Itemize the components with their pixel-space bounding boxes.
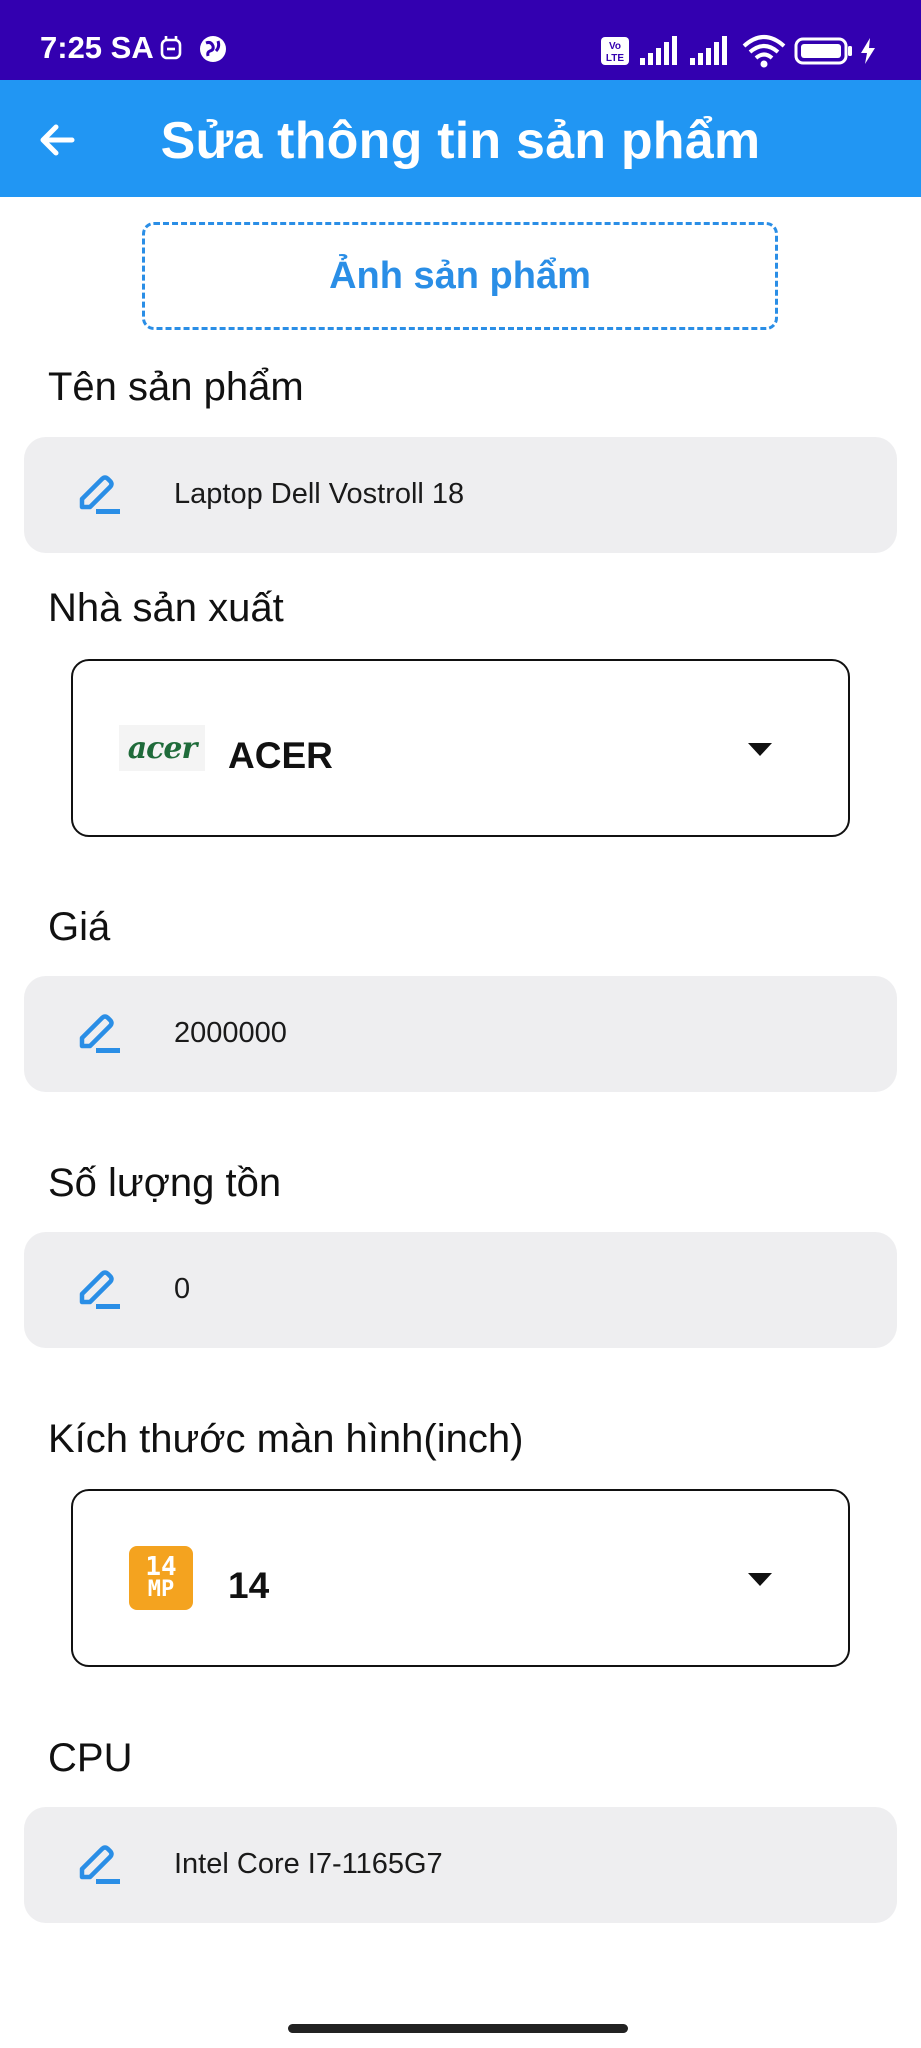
manufacturer-selected: ACER xyxy=(228,735,333,776)
svg-text:LTE: LTE xyxy=(606,53,624,64)
signal-icon xyxy=(640,36,677,65)
price-value: 2000000 xyxy=(174,1017,287,1049)
screen-size-icon-bottom: MP xyxy=(147,1576,175,1602)
stock-field[interactable]: 0 xyxy=(24,1232,897,1348)
battery-icon xyxy=(794,37,852,65)
signal-icon xyxy=(690,36,727,65)
product-name-field[interactable]: Laptop Dell Vostroll 18 xyxy=(24,437,897,553)
screen-size-label: Kích thước màn hình(inch) xyxy=(48,1417,524,1461)
charging-icon xyxy=(861,38,875,64)
notification-icon xyxy=(160,36,182,60)
product-name-value: Laptop Dell Vostroll 18 xyxy=(174,478,465,510)
wifi-icon xyxy=(742,35,786,68)
product-image-picker[interactable]: Ảnh sản phẩm xyxy=(142,222,778,330)
cpu-value: Intel Core I7-1165G7 xyxy=(174,1848,443,1880)
product-name-label: Tên sản phẩm xyxy=(48,365,304,409)
svg-text:Vo: Vo xyxy=(609,41,621,52)
status-time: 7:25 SA xyxy=(40,30,154,65)
vpn-globe-icon xyxy=(200,36,226,62)
status-bar: 7:25 SA Vo LTE xyxy=(0,0,921,80)
price-label: Giá xyxy=(48,905,111,949)
manufacturer-dropdown[interactable]: acer ACER xyxy=(71,659,850,837)
screen-size-dropdown[interactable]: 14 MP 14 xyxy=(71,1489,850,1667)
chevron-down-icon xyxy=(748,743,772,756)
edit-icon xyxy=(79,1014,120,1053)
edit-icon xyxy=(79,475,120,514)
product-image-label: Ảnh sản phẩm xyxy=(329,254,591,297)
cpu-label: CPU xyxy=(48,1736,133,1780)
volte-icon: Vo LTE xyxy=(601,37,629,65)
acer-logo: acer xyxy=(119,725,205,771)
screen-size-icon: 14 MP xyxy=(129,1546,193,1610)
price-field[interactable]: 2000000 xyxy=(24,976,897,1092)
app-bar: Sửa thông tin sản phẩm xyxy=(0,80,921,197)
page-title: Sửa thông tin sản phẩm xyxy=(160,112,761,170)
acer-logo-text: acer xyxy=(127,730,198,766)
stock-value: 0 xyxy=(174,1273,191,1305)
screen-size-selected: 14 xyxy=(228,1565,270,1606)
home-indicator[interactable] xyxy=(288,2024,628,2033)
chevron-down-icon xyxy=(748,1573,772,1586)
stock-label: Số lượng tồn xyxy=(48,1161,282,1205)
manufacturer-label: Nhà sản xuất xyxy=(48,586,284,630)
cpu-field[interactable]: Intel Core I7-1165G7 xyxy=(24,1807,897,1923)
edit-icon xyxy=(79,1270,120,1309)
edit-icon xyxy=(79,1845,120,1884)
